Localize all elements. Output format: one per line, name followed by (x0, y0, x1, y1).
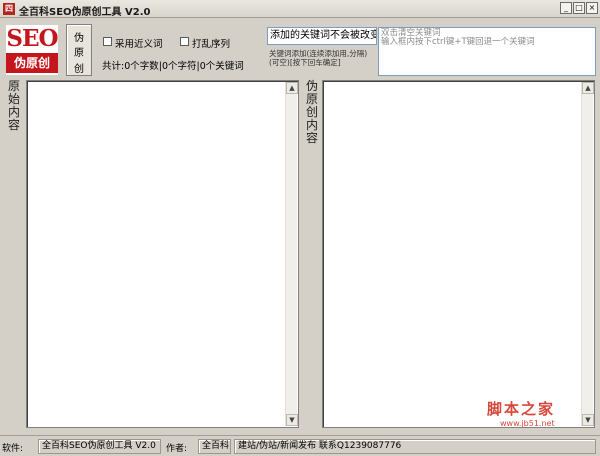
scroll-down-icon[interactable]: ▼ (582, 414, 594, 426)
watermark-url: www.jb51.net (500, 419, 555, 428)
pseudo-button-char: 创 (74, 64, 84, 75)
keyword-note: 关键词添加(连续添加用,分隔)(可空)[按下回车确定] (269, 49, 368, 67)
keyword-hint-2: 输入框内按下ctrl键+T键回退一个关键词 (381, 37, 535, 47)
scroll-down-icon[interactable]: ▼ (286, 414, 298, 426)
window-title: 全百科SEO伪原创工具 V2.0 (19, 7, 151, 18)
app-icon: 四 (3, 3, 15, 15)
pseudo-original-button[interactable]: 伪 原 创 (66, 24, 92, 76)
minimize-icon[interactable]: _ (560, 2, 572, 14)
original-scrollbar[interactable]: ▲ ▼ (285, 82, 298, 426)
original-content-textarea[interactable]: ▲ ▼ (26, 80, 299, 428)
seo-logo: SEO 伪原创 (6, 25, 59, 75)
author-label: 作者: (166, 444, 188, 454)
shuffle-checkbox[interactable] (180, 37, 189, 46)
pseudo-content-textarea[interactable]: ▲ ▼ (322, 80, 595, 428)
watermark-text: 脚本之家 (487, 400, 556, 418)
maximize-icon[interactable]: □ (573, 2, 585, 14)
close-icon[interactable]: × (586, 2, 598, 14)
pseudo-button-char: 原 (74, 48, 84, 59)
site-info: 建站/伪站/新闻发布 联系Q1239087776 (234, 439, 596, 454)
pseudo-button-char: 伪 (74, 33, 84, 44)
author-value: 全百科 (198, 439, 231, 454)
pseudo-content-label: 伪原创内容 (305, 79, 318, 145)
synonym-checkbox[interactable] (103, 37, 112, 46)
title-bar: 四 全百科SEO伪原创工具 V2.0 _ □ × (0, 0, 600, 18)
status-bar: 软件: 全百科SEO伪原创工具 V2.0 作者: 全百科 建站/伪站/新闻发布 … (0, 435, 600, 456)
synonym-label: 采用近义词 (115, 39, 163, 50)
keyword-lock-input[interactable]: 添加的关键词不会被改变 (267, 27, 377, 45)
software-label: 软件: (2, 444, 24, 454)
logo-subtitle: 伪原创 (6, 53, 58, 73)
scroll-up-icon[interactable]: ▲ (582, 82, 594, 94)
pseudo-scrollbar[interactable]: ▲ ▼ (581, 82, 594, 426)
stats-text: 共计:0个字数|0个字符|0个关键词 (102, 61, 244, 72)
shuffle-label: 打乱序列 (192, 39, 231, 50)
logo-seo-text: SEO (6, 25, 58, 52)
scroll-up-icon[interactable]: ▲ (286, 82, 298, 94)
original-content-label: 原始内容 (7, 79, 20, 132)
software-value: 全百科SEO伪原创工具 V2.0 (38, 439, 161, 454)
keyword-list-area[interactable]: 双击清空关键词 输入框内按下ctrl键+T键回退一个关键词 (378, 27, 596, 76)
